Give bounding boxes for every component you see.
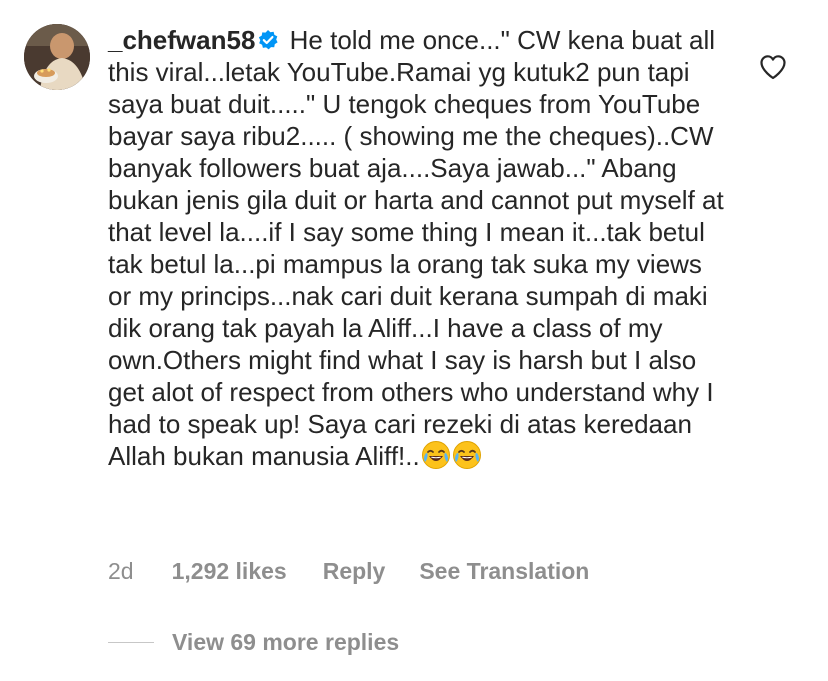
likes-count[interactable]: 1,292 likes [172,558,287,585]
view-replies-label: View 69 more replies [172,629,400,655]
replies-divider [108,642,154,643]
comment-meta-row: 2d 1,292 likes Reply See Translation [108,558,589,585]
see-translation-button[interactable]: See Translation [419,558,589,585]
avatar[interactable] [24,24,90,90]
verified-badge-icon [257,29,279,51]
face-with-tears-of-joy-emoji [421,440,451,470]
comment-body: He told me once..." CW kena buat all thi… [108,25,724,471]
view-replies-button[interactable]: View 69 more replies [108,629,399,656]
reply-button[interactable]: Reply [323,558,386,585]
face-with-tears-of-joy-emoji [452,440,482,470]
like-heart-icon[interactable] [759,54,787,80]
username-link[interactable]: _chefwan58 [108,25,255,55]
comment-text-block: _chefwan58 He told me once..." CW kena b… [108,24,728,472]
comment-timestamp: 2d [108,558,134,584]
